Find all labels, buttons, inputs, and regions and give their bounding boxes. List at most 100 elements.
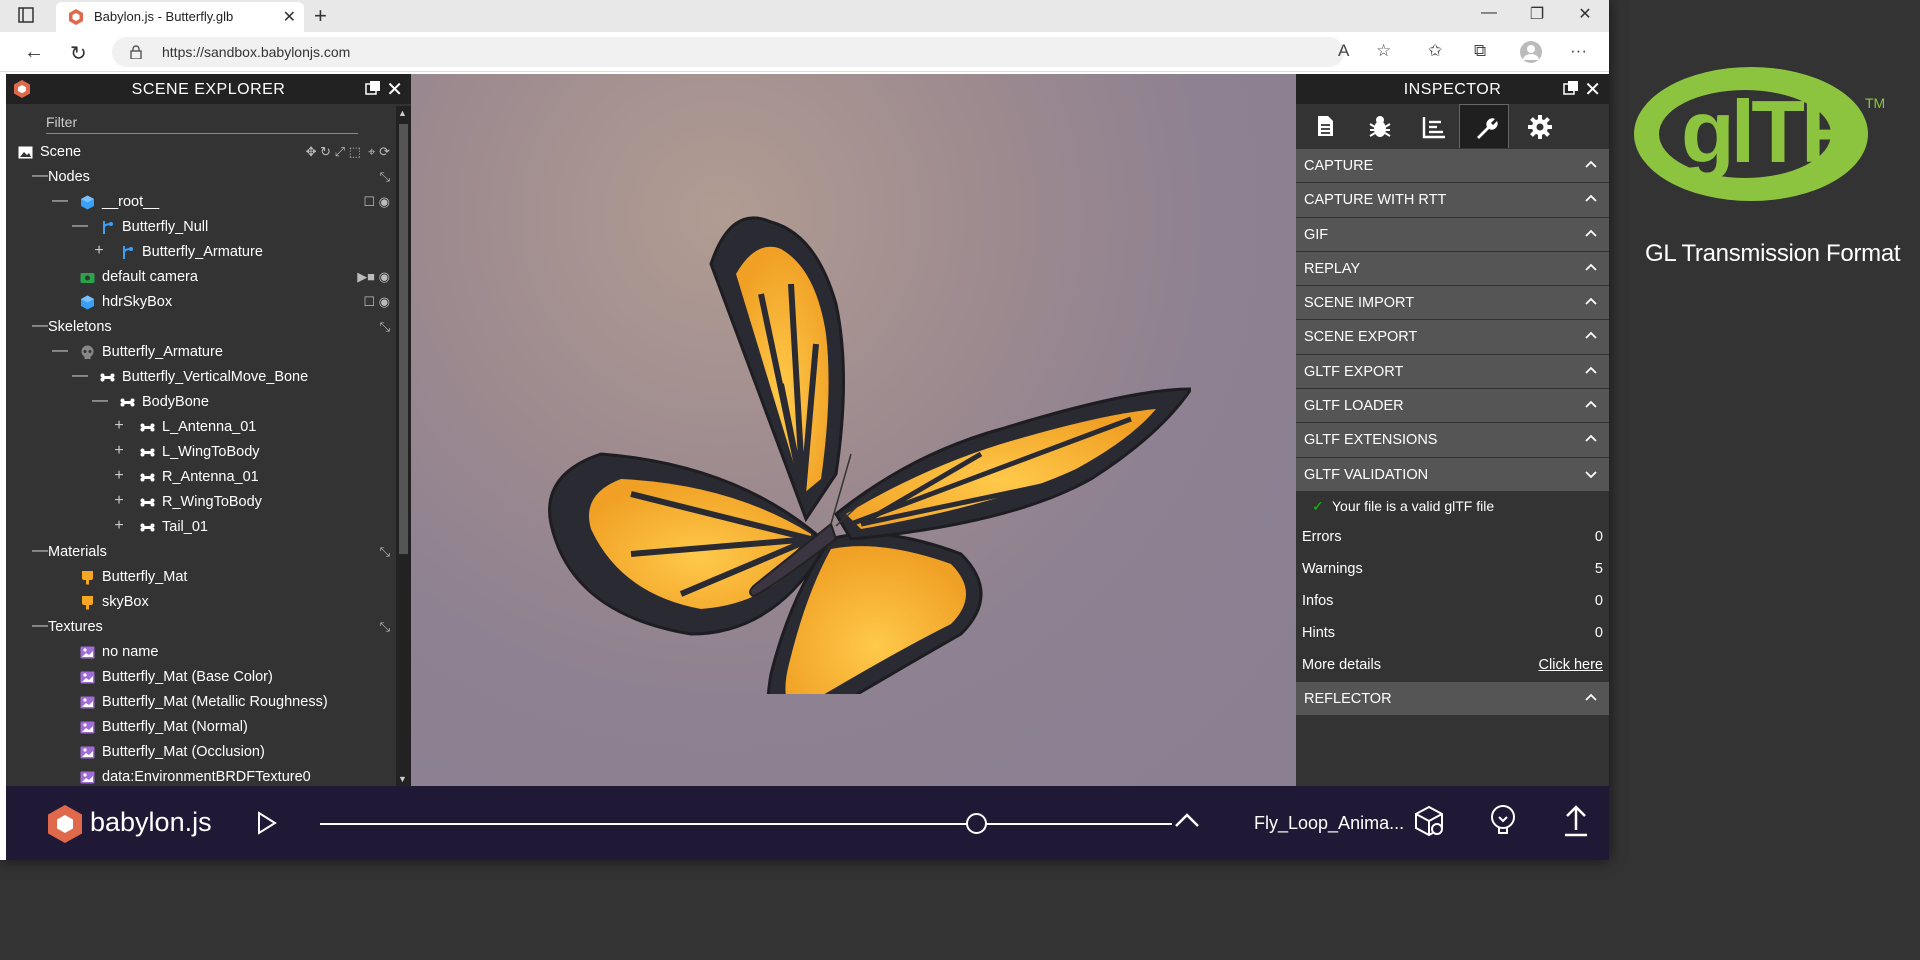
restore-icon[interactable]: ❐	[1514, 4, 1560, 24]
scroll-down-icon[interactable]: ▼	[398, 774, 407, 784]
section-header[interactable]: GLTF VALIDATION	[1296, 456, 1609, 491]
properties-tab[interactable]	[1300, 104, 1350, 148]
tree-item[interactable]: + R_Antenna_01	[6, 465, 396, 490]
section-header[interactable]: SCENE EXPORT	[1296, 319, 1609, 354]
explorer-scrollbar[interactable]: ▲ ▼	[396, 106, 411, 786]
collapse-icon[interactable]: —	[32, 167, 48, 185]
collapse-all-icon[interactable]: ⤡	[380, 169, 390, 185]
tab-actions-icon[interactable]	[18, 7, 36, 25]
scene-actions[interactable]: ✥ ↻ ⤢ ⬚ ⌖ ⟳	[306, 144, 390, 160]
refresh-icon[interactable]: ↻	[70, 41, 87, 66]
filter-input[interactable]: Filter	[46, 114, 358, 134]
visibility-icons[interactable]: ☐ ◉	[363, 294, 390, 310]
more-details-link[interactable]: Click here	[1539, 657, 1603, 673]
collapse-icon[interactable]: —	[72, 367, 88, 385]
tree-item[interactable]: + Butterfly_Armature	[6, 240, 396, 265]
tree-item[interactable]: Butterfly_Mat (Base Color)	[6, 665, 396, 690]
profile-icon[interactable]	[1520, 41, 1542, 68]
favorite-add-icon[interactable]: ☆	[1376, 41, 1391, 61]
section-header[interactable]: GLTF EXPORT	[1296, 353, 1609, 389]
tree-item[interactable]: — __root__ ☐ ◉	[6, 190, 396, 215]
collapse-all-icon[interactable]: ⤡	[380, 319, 390, 335]
expand-icon[interactable]: +	[92, 242, 106, 260]
back-icon[interactable]: ←	[24, 41, 44, 64]
section-header[interactable]: GLTF LOADER	[1296, 388, 1609, 423]
tree-item[interactable]: — Materials ⤡	[6, 540, 396, 565]
section-header[interactable]: CAPTURE	[1296, 148, 1609, 183]
tree-item[interactable]: Butterfly_Mat	[6, 565, 396, 590]
upload-icon[interactable]	[1562, 804, 1590, 838]
window-close-icon[interactable]: ✕	[1562, 4, 1608, 24]
lightbulb-icon[interactable]	[1488, 804, 1518, 838]
url-field[interactable]: https://sandbox.babylonjs.com	[112, 37, 1344, 67]
tree-item[interactable]: + L_WingToBody	[6, 440, 396, 465]
statistics-tab[interactable]	[1408, 104, 1458, 148]
tree-item[interactable]: — Butterfly_Armature	[6, 340, 396, 365]
render-viewport[interactable]	[411, 74, 1296, 786]
play-icon[interactable]	[256, 810, 278, 836]
debug-tab[interactable]	[1354, 104, 1404, 148]
tree-item[interactable]: — Skeletons ⤡	[6, 315, 396, 340]
expand-icon[interactable]: +	[112, 467, 126, 485]
animation-name[interactable]: Fly_Loop_Anima...	[1254, 813, 1404, 834]
popout-icon[interactable]	[365, 80, 381, 96]
inspector-close-icon[interactable]: ✕	[1584, 77, 1601, 102]
tree-item[interactable]: no name	[6, 640, 396, 665]
tree-item[interactable]: + Tail_01	[6, 515, 396, 540]
settings-tab[interactable]	[1514, 104, 1564, 148]
animation-list-toggle-icon[interactable]	[1172, 808, 1202, 832]
timeline-slider[interactable]	[320, 823, 1172, 825]
section-header[interactable]: SCENE IMPORT	[1296, 285, 1609, 320]
expand-icon[interactable]: +	[112, 517, 126, 535]
tools-tab[interactable]	[1459, 104, 1509, 148]
more-menu-icon[interactable]: ···	[1570, 41, 1587, 61]
minimize-icon[interactable]: —	[1466, 4, 1512, 22]
tree-item[interactable]: hdrSkyBox ☐ ◉	[6, 290, 396, 315]
tree-item[interactable]: skyBox	[6, 590, 396, 615]
tree-item[interactable]: — Butterfly_VerticalMove_Bone	[6, 365, 396, 390]
inspector-toggle-icon[interactable]	[1412, 804, 1446, 838]
read-aloud-icon[interactable]: A	[1338, 41, 1349, 61]
section-header[interactable]: GIF	[1296, 216, 1609, 251]
tree-item[interactable]: Scene ✥ ↻ ⤢ ⬚ ⌖ ⟳	[6, 140, 396, 165]
collapse-icon[interactable]: —	[72, 217, 88, 235]
expand-icon[interactable]: +	[112, 417, 126, 435]
section-header[interactable]: REPLAY	[1296, 250, 1609, 286]
tree-item[interactable]: + R_WingToBody	[6, 490, 396, 515]
collapse-icon[interactable]: —	[32, 617, 48, 635]
collapse-icon[interactable]: —	[92, 392, 108, 410]
section-header[interactable]: CAPTURE WITH RTT	[1296, 182, 1609, 217]
popout-icon[interactable]	[1563, 80, 1579, 96]
tree-item[interactable]: — Textures ⤡	[6, 615, 396, 640]
tree-item[interactable]: default camera ▶■ ◉	[6, 265, 396, 290]
tree-item[interactable]: — Nodes ⤡	[6, 165, 396, 190]
collapse-icon[interactable]: —	[32, 542, 48, 560]
favorites-icon[interactable]: ✩	[1428, 41, 1442, 61]
tree-item[interactable]: — BodyBone	[6, 390, 396, 415]
section-header[interactable]: REFLECTOR	[1296, 680, 1609, 716]
tab-close-icon[interactable]: ✕	[283, 7, 296, 27]
tree-item[interactable]: Butterfly_Mat (Normal)	[6, 715, 396, 740]
collections-icon[interactable]: ⧉	[1474, 41, 1486, 61]
tree-item[interactable]: — Butterfly_Null	[6, 215, 396, 240]
expand-icon[interactable]: +	[112, 442, 126, 460]
scroll-thumb[interactable]	[399, 124, 408, 554]
section-header[interactable]: GLTF EXTENSIONS	[1296, 422, 1609, 457]
collapse-icon[interactable]: —	[52, 342, 68, 360]
expand-icon[interactable]: +	[112, 492, 126, 510]
collapse-icon[interactable]: —	[52, 192, 68, 210]
collapse-all-icon[interactable]: ⤡	[380, 544, 390, 560]
collapse-all-icon[interactable]: ⤡	[380, 619, 390, 635]
tree-item[interactable]: + L_Antenna_01	[6, 415, 396, 440]
new-tab-icon[interactable]: +	[314, 3, 327, 29]
tree-item[interactable]: data:EnvironmentBRDFTexture0	[6, 765, 396, 786]
camera-visibility-icons[interactable]: ▶■ ◉	[357, 269, 390, 285]
visibility-icons[interactable]: ☐ ◉	[363, 194, 390, 210]
timeline-thumb[interactable]	[966, 813, 988, 834]
scroll-up-icon[interactable]: ▲	[398, 108, 407, 118]
tree-item[interactable]: Butterfly_Mat (Occlusion)	[6, 740, 396, 765]
browser-tab[interactable]: Babylon.js - Butterfly.glb ✕	[56, 2, 304, 32]
explorer-close-icon[interactable]: ✕	[386, 77, 403, 102]
tree-item[interactable]: Butterfly_Mat (Metallic Roughness)	[6, 690, 396, 715]
collapse-icon[interactable]: —	[32, 317, 48, 335]
